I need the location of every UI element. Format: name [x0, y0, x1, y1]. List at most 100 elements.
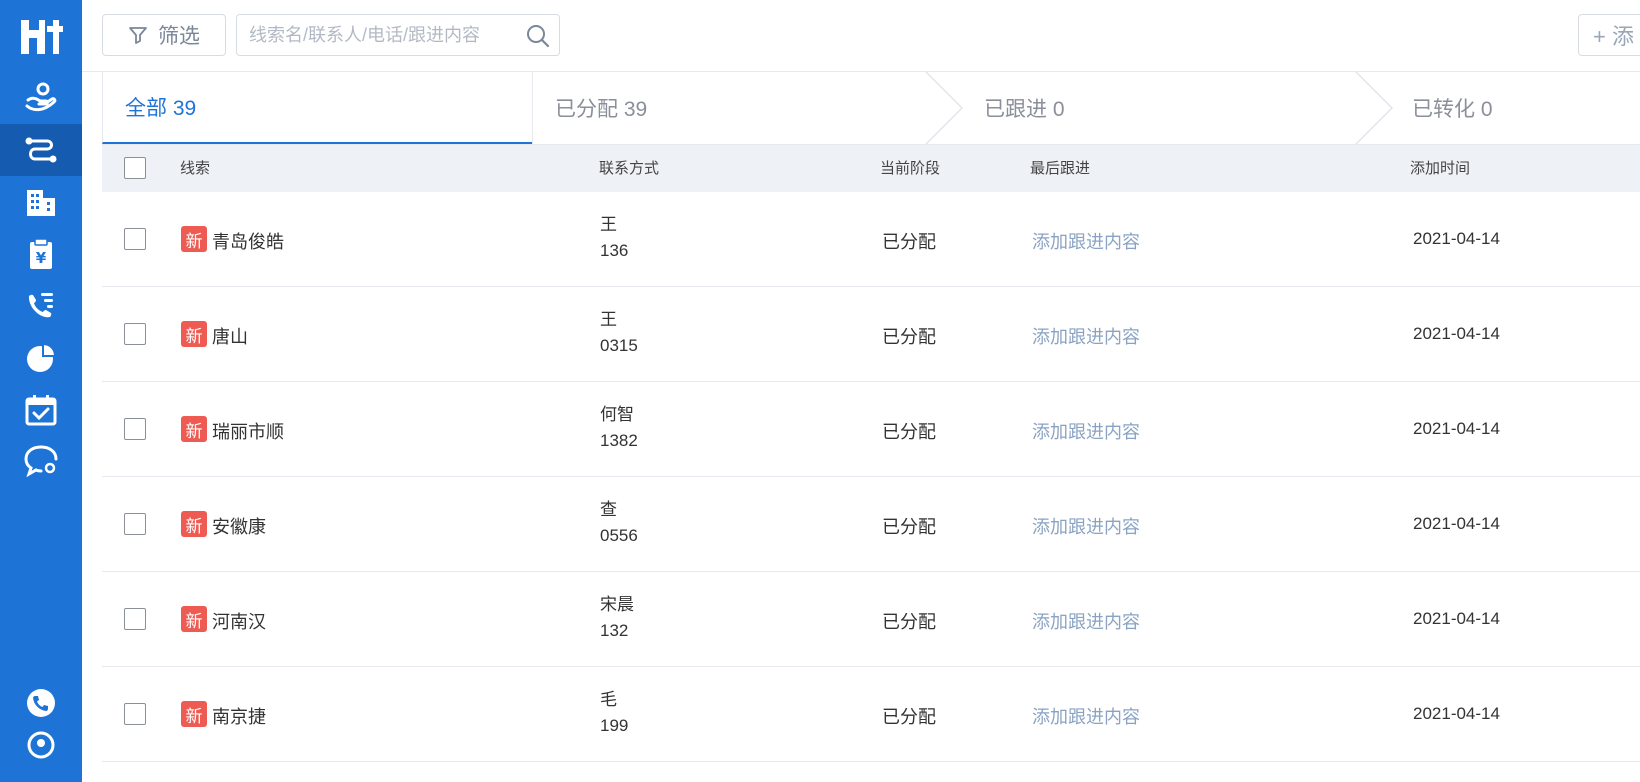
- lead-name[interactable]: 唐山: [212, 323, 248, 349]
- calendar-check-icon: [25, 395, 57, 426]
- table-row[interactable]: 新 安徽康 查 0556 已分配 添加跟进内容 2021-04-14: [102, 477, 1640, 572]
- logo-icon: [21, 20, 63, 54]
- new-badge: 新: [181, 701, 207, 727]
- add-follow-link[interactable]: 添加跟进内容: [1032, 703, 1140, 729]
- tab-all[interactable]: 全部 39: [102, 72, 532, 144]
- filter-icon: [129, 27, 147, 44]
- add-follow-link[interactable]: 添加跟进内容: [1032, 513, 1140, 539]
- add-follow-link[interactable]: 添加跟进内容: [1032, 323, 1140, 349]
- filter-button[interactable]: 筛选: [102, 14, 226, 56]
- table-row[interactable]: 新 河南汉 宋晨 132 已分配 添加跟进内容 2021-04-14: [102, 572, 1640, 667]
- stage-arrow-divider: [925, 72, 964, 144]
- col-stage: 当前阶段: [880, 160, 941, 177]
- contact-info: 查 0556: [600, 497, 638, 549]
- row-checkbox[interactable]: [124, 703, 146, 725]
- company-building-icon: [27, 190, 55, 216]
- top-toolbar: 筛选 + 添: [82, 0, 1640, 72]
- current-stage: 已分配: [882, 232, 936, 252]
- contact-name: 王: [600, 310, 617, 329]
- row-checkbox[interactable]: [124, 228, 146, 250]
- table-row[interactable]: 新 青岛俊皓 王 136 已分配 添加跟进内容 2021-04-14: [102, 192, 1640, 287]
- user-icon: [27, 731, 55, 759]
- report-pie-icon: [27, 342, 57, 372]
- customer-hand-icon: [25, 82, 57, 112]
- contact-name: 毛: [600, 690, 617, 709]
- new-badge: 新: [181, 321, 207, 347]
- current-stage: 已分配: [882, 707, 936, 727]
- table-row[interactable]: 新 瑞丽市顺 何智 1382 已分配 添加跟进内容 2021-04-14: [102, 382, 1640, 477]
- nav-companies[interactable]: [0, 176, 82, 228]
- nav-customers[interactable]: [0, 72, 82, 124]
- current-stage: 已分配: [882, 327, 936, 347]
- leads-path-icon: [25, 137, 57, 163]
- row-checkbox[interactable]: [124, 418, 146, 440]
- add-lead-button[interactable]: + 添: [1578, 14, 1640, 56]
- col-lead: 线索: [180, 160, 211, 177]
- phone-icon: [27, 689, 55, 717]
- added-date: 2021-04-14: [1413, 419, 1500, 438]
- current-stage: 已分配: [882, 612, 936, 632]
- row-checkbox[interactable]: [124, 323, 146, 345]
- lead-name[interactable]: 河南汉: [212, 608, 266, 634]
- add-follow-link[interactable]: 添加跟进内容: [1032, 228, 1140, 254]
- chat-bubble-icon: [24, 445, 58, 478]
- row-checkbox[interactable]: [124, 608, 146, 630]
- contact-phone: 136: [600, 241, 629, 260]
- profile-button[interactable]: [0, 730, 82, 760]
- search-input[interactable]: [237, 15, 517, 55]
- search-icon[interactable]: [525, 23, 551, 49]
- add-follow-link[interactable]: 添加跟进内容: [1032, 608, 1140, 634]
- nav-reports[interactable]: [0, 332, 82, 384]
- nav-messages[interactable]: [0, 434, 82, 486]
- col-last-follow: 最后跟进: [1030, 160, 1091, 177]
- svg-text:¥: ¥: [36, 249, 47, 267]
- added-date: 2021-04-14: [1413, 324, 1500, 343]
- tab-converted-label: 已转化 0: [1412, 98, 1493, 121]
- contact-name: 何智: [600, 405, 634, 424]
- added-date: 2021-04-14: [1413, 609, 1500, 628]
- contact-name: 宋晨: [600, 595, 634, 614]
- lead-name[interactable]: 安徽康: [212, 513, 266, 539]
- tab-converted[interactable]: 已转化 0: [1390, 72, 1640, 144]
- select-all-checkbox[interactable]: [124, 157, 146, 179]
- current-stage: 已分配: [882, 517, 936, 537]
- row-checkbox[interactable]: [124, 513, 146, 535]
- tab-followed-label: 已跟进 0: [984, 98, 1065, 121]
- contact-phone: 132: [600, 621, 629, 640]
- nav-calls[interactable]: [0, 280, 82, 332]
- contact-phone: 0315: [600, 336, 638, 355]
- search-box: [236, 14, 560, 56]
- new-badge: 新: [181, 226, 207, 252]
- contact-info: 毛 199: [600, 687, 628, 739]
- tab-followed[interactable]: 已跟进 0: [962, 72, 1362, 144]
- contact-phone: 1382: [600, 431, 638, 450]
- nav-tasks[interactable]: [0, 384, 82, 436]
- contact-info: 王 0315: [600, 307, 638, 359]
- new-badge: 新: [181, 606, 207, 632]
- sidebar: ¥: [0, 0, 82, 782]
- lead-name[interactable]: 青岛俊皓: [212, 228, 284, 254]
- contract-yen-icon: ¥: [30, 238, 52, 269]
- filter-label: 筛选: [158, 25, 200, 48]
- table-row[interactable]: 新 南京捷 毛 199 已分配 添加跟进内容 2021-04-14: [102, 667, 1640, 762]
- col-added-time: 添加时间: [1410, 160, 1471, 177]
- tab-assigned[interactable]: 已分配 39: [532, 72, 932, 144]
- add-follow-link[interactable]: 添加跟进内容: [1032, 418, 1140, 444]
- current-stage: 已分配: [882, 422, 936, 442]
- contact-phone: 199: [600, 716, 629, 735]
- new-badge: 新: [181, 511, 207, 537]
- added-date: 2021-04-14: [1413, 704, 1500, 723]
- stage-tabs: 全部 39 已分配 39 已跟进 0 已转化 0: [102, 72, 1640, 144]
- new-badge: 新: [181, 416, 207, 442]
- added-date: 2021-04-14: [1413, 514, 1500, 533]
- nav-leads[interactable]: [0, 124, 82, 176]
- lead-name[interactable]: 南京捷: [212, 703, 266, 729]
- phone-button[interactable]: [0, 688, 82, 718]
- nav-contracts[interactable]: ¥: [0, 228, 82, 280]
- contact-info: 宋晨 132: [600, 592, 634, 644]
- table-row[interactable]: 新 唐山 王 0315 已分配 添加跟进内容 2021-04-14: [102, 287, 1640, 382]
- lead-name[interactable]: 瑞丽市顺: [212, 418, 284, 444]
- app-logo[interactable]: [0, 0, 82, 72]
- col-contact: 联系方式: [599, 160, 660, 177]
- tab-all-label: 全部 39: [125, 97, 197, 120]
